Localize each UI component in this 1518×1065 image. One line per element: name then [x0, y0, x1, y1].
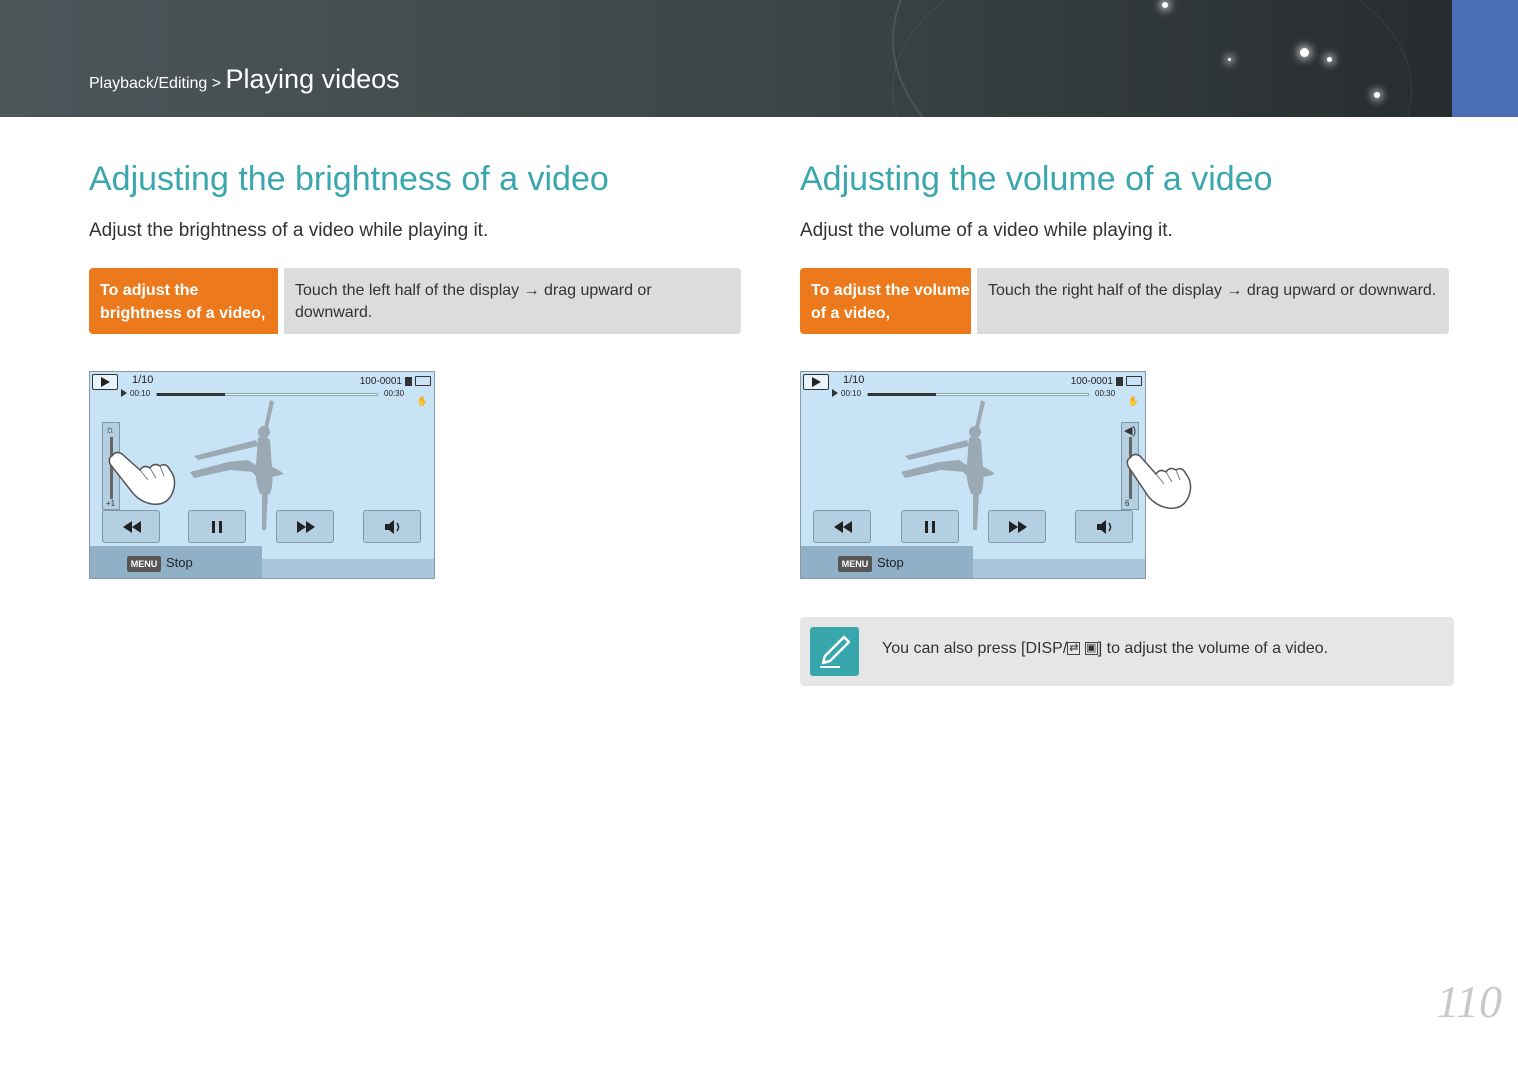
disp-key-label: DISP — [1025, 640, 1063, 657]
af-area-key-icon: ▣ — [1084, 642, 1098, 656]
header-sparkle — [1327, 57, 1332, 62]
volume-button[interactable] — [363, 510, 421, 543]
focus-key-icon: ⇄ — [1067, 642, 1081, 656]
fast-forward-button[interactable] — [988, 510, 1046, 543]
volume-section-description: Adjust the volume of a video while playi… — [800, 220, 1173, 241]
brightness-instruction-label: To adjust the brightness of a video, — [89, 268, 278, 334]
pencil-icon — [820, 635, 851, 668]
header-sparkle — [1228, 58, 1231, 61]
volume-button[interactable] — [1075, 510, 1133, 543]
header-decoration — [892, 0, 1412, 117]
memory-card-icon — [1116, 377, 1123, 386]
volume-icon: ◀) — [1124, 425, 1137, 437]
file-count: 1/10 — [843, 374, 865, 386]
pause-button[interactable] — [901, 510, 959, 543]
rewind-button[interactable] — [102, 510, 160, 543]
note-pencil-icon — [810, 627, 859, 676]
pause-icon — [212, 521, 222, 533]
rewind-icon — [123, 521, 141, 533]
breadcrumb: Playback/Editing > Playing videos — [89, 64, 400, 95]
playback-progress[interactable] — [156, 393, 378, 396]
note-text: You can also press [DISP/⇄ ▣] to adjust … — [882, 640, 1328, 658]
memory-card-icon — [405, 377, 412, 386]
play-mode-icon[interactable] — [92, 374, 118, 390]
file-number: 100-0001 — [1070, 376, 1113, 387]
header-sparkle — [1300, 48, 1309, 57]
note-prefix: You can also press [ — [882, 640, 1026, 657]
fast-forward-button[interactable] — [276, 510, 334, 543]
file-number: 100-0001 — [359, 376, 402, 387]
manual-page: Playback/Editing > Playing videos Adjust… — [0, 0, 1518, 1065]
hand-pointer-icon — [108, 451, 176, 506]
pause-button[interactable] — [188, 510, 246, 543]
file-count: 1/10 — [132, 374, 154, 386]
brightness-icon: ☼ — [105, 424, 116, 436]
stabilizer-icon: ✋ — [416, 396, 428, 406]
stabilizer-icon: ✋ — [1127, 396, 1139, 406]
progress-fill — [157, 393, 226, 396]
breadcrumb-separator: > — [207, 75, 226, 92]
current-time: 00:10 — [130, 389, 151, 398]
header-banner: Playback/Editing > Playing videos — [0, 0, 1452, 117]
volume-instruction-text: Touch the right half of the display → dr… — [977, 268, 1449, 334]
note-suffix: ] to adjust the volume of a video. — [1097, 640, 1329, 657]
playback-progress[interactable] — [867, 393, 1089, 396]
rewind-button[interactable] — [813, 510, 871, 543]
stop-label: Stop — [166, 555, 193, 570]
header-sparkle — [1374, 92, 1380, 98]
volume-section-title: Adjusting the volume of a video — [800, 160, 1273, 198]
fast-forward-icon — [297, 521, 315, 533]
battery-icon — [1126, 376, 1142, 386]
volume-camera-screen: 1/10 100-0001 00:10 00:30 ✋ ◀) 6 MENU St… — [800, 371, 1146, 579]
brightness-section-title: Adjusting the brightness of a video — [89, 160, 609, 198]
pause-icon — [925, 521, 935, 533]
volume-instruction-label: To adjust the volume of a video, — [800, 268, 971, 334]
page-number: 110 — [1436, 976, 1502, 1027]
brightness-section-description: Adjust the brightness of a video while p… — [89, 220, 489, 241]
menu-key[interactable]: MENU — [127, 556, 161, 572]
brightness-instruction-text: Touch the left half of the display → dra… — [284, 268, 741, 334]
progress-fill — [868, 393, 937, 396]
breadcrumb-parent[interactable]: Playback/Editing — [89, 75, 207, 92]
chapter-tab[interactable] — [1452, 0, 1518, 117]
play-mode-icon[interactable] — [803, 374, 829, 390]
total-time: 00:30 — [1095, 389, 1116, 398]
fast-forward-icon — [1009, 521, 1027, 533]
volume-icon — [385, 520, 400, 534]
current-time: 00:10 — [841, 389, 862, 398]
hand-pointer-icon — [1126, 453, 1192, 510]
menu-key[interactable]: MENU — [838, 556, 872, 572]
play-indicator-icon — [121, 389, 127, 397]
rewind-icon — [834, 521, 852, 533]
play-indicator-icon — [832, 389, 838, 397]
battery-icon — [415, 376, 431, 386]
note-box: You can also press [DISP/⇄ ▣] to adjust … — [800, 617, 1454, 686]
header-sparkle — [1162, 2, 1168, 8]
breadcrumb-current: Playing videos — [225, 64, 400, 94]
volume-icon — [1097, 520, 1112, 534]
stop-label: Stop — [877, 555, 904, 570]
total-time: 00:30 — [384, 389, 405, 398]
